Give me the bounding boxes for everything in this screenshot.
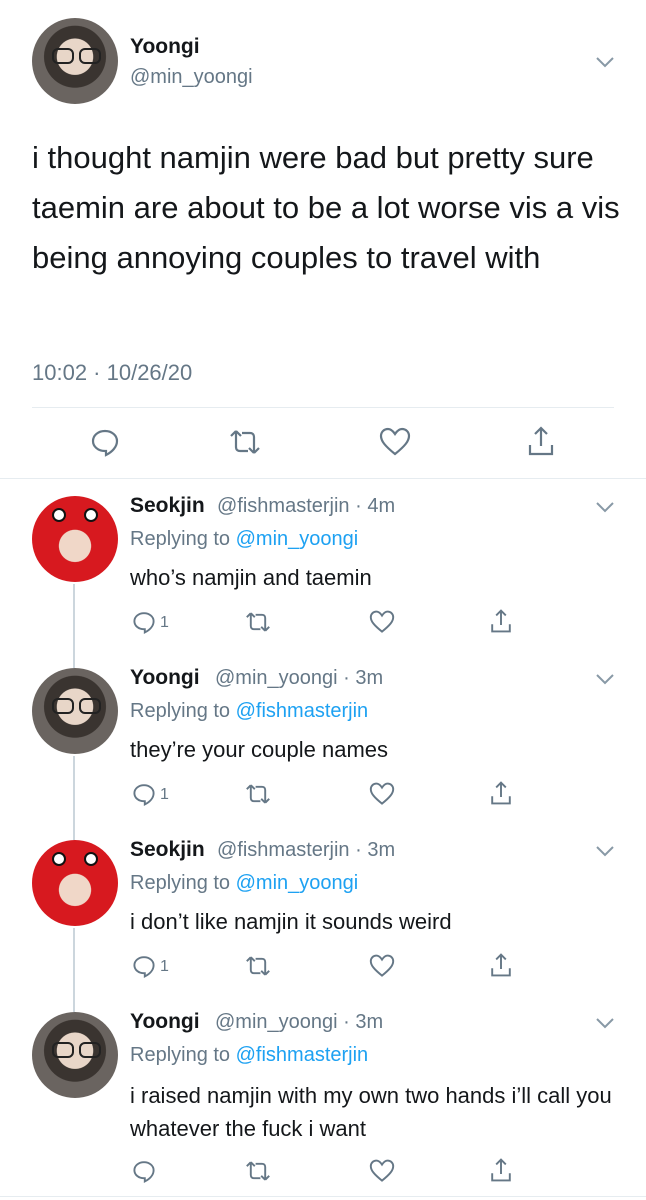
chevron-down-icon[interactable] xyxy=(595,500,615,514)
mention-link[interactable]: @fishmasterjin xyxy=(236,700,369,722)
reply-text: who’s namjin and taemin xyxy=(130,565,372,590)
reply-icon[interactable] xyxy=(90,427,120,457)
retweet-icon[interactable] xyxy=(244,954,272,978)
author-handle-time: @fishmasterjin · 3m xyxy=(217,839,396,861)
avatar[interactable] xyxy=(32,840,118,926)
mention-link[interactable]: @min_yoongi xyxy=(236,528,359,550)
replying-label: Replying to xyxy=(130,528,236,550)
reply-icon[interactable] xyxy=(132,1159,156,1183)
heart-icon[interactable] xyxy=(369,1159,395,1183)
replying-to: Replying to @min_yoongi xyxy=(130,528,358,551)
replying-label: Replying to xyxy=(130,1044,236,1066)
replying-to: Replying to @fishmasterjin xyxy=(130,700,368,723)
author-name[interactable]: Yoongi xyxy=(130,35,200,59)
reply-text: they’re your couple names xyxy=(130,737,389,762)
replying-to: Replying to @fishmasterjin xyxy=(130,1044,368,1067)
reply-icon[interactable] xyxy=(132,782,156,806)
tweet-actions xyxy=(0,425,646,459)
chevron-down-icon[interactable] xyxy=(595,55,615,69)
share-icon[interactable] xyxy=(489,1157,513,1183)
reply-count: 1 xyxy=(160,958,169,975)
divider xyxy=(0,1196,646,1197)
author-handle-time: @min_yoongi · 3m xyxy=(215,1011,384,1033)
reply-icon[interactable] xyxy=(132,954,156,978)
thread-connector xyxy=(73,756,75,840)
thread-connector xyxy=(73,928,75,1012)
reply-count: 1 xyxy=(160,614,169,631)
share-icon[interactable] xyxy=(526,425,556,457)
author-name[interactable]: Yoongi xyxy=(130,666,200,690)
heart-icon[interactable] xyxy=(369,782,395,806)
reply-icon[interactable] xyxy=(132,610,156,634)
reply-count: 1 xyxy=(160,786,169,803)
heart-icon[interactable] xyxy=(369,954,395,978)
author-handle-time: @min_yoongi · 3m xyxy=(215,667,384,689)
author-name[interactable]: Seokjin xyxy=(130,494,205,518)
thread-connector xyxy=(73,584,75,668)
author-handle[interactable]: @min_yoongi xyxy=(130,66,253,89)
retweet-icon[interactable] xyxy=(244,782,272,806)
chevron-down-icon[interactable] xyxy=(595,1016,615,1030)
main-tweet: Yoongi @min_yoongi i thought namjin were… xyxy=(0,0,646,479)
chevron-down-icon[interactable] xyxy=(595,844,615,858)
divider xyxy=(32,407,614,408)
replying-label: Replying to xyxy=(130,700,236,722)
avatar[interactable] xyxy=(32,496,118,582)
replying-label: Replying to xyxy=(130,872,236,894)
replying-to: Replying to @min_yoongi xyxy=(130,872,358,895)
reply-text: i raised namjin with my own two hands i’… xyxy=(130,1083,612,1141)
author-name[interactable]: Seokjin xyxy=(130,838,205,862)
heart-icon[interactable] xyxy=(369,610,395,634)
retweet-icon[interactable] xyxy=(244,1159,272,1183)
author-handle-time: @fishmasterjin · 4m xyxy=(217,495,396,517)
heart-icon[interactable] xyxy=(379,427,411,457)
share-icon[interactable] xyxy=(489,608,513,634)
tweet-text: i thought namjin were bad but pretty sur… xyxy=(32,140,620,275)
avatar[interactable] xyxy=(32,18,118,104)
share-icon[interactable] xyxy=(489,952,513,978)
avatar[interactable] xyxy=(32,668,118,754)
retweet-icon[interactable] xyxy=(228,427,262,457)
author-name[interactable]: Yoongi xyxy=(130,1010,200,1034)
mention-link[interactable]: @min_yoongi xyxy=(236,872,359,894)
retweet-icon[interactable] xyxy=(244,610,272,634)
tweet-timestamp: 10:02 · 10/26/20 xyxy=(32,360,193,385)
avatar[interactable] xyxy=(32,1012,118,1098)
share-icon[interactable] xyxy=(489,780,513,806)
chevron-down-icon[interactable] xyxy=(595,672,615,686)
mention-link[interactable]: @fishmasterjin xyxy=(236,1044,369,1066)
reply-text: i don’t like namjin it sounds weird xyxy=(130,909,452,934)
